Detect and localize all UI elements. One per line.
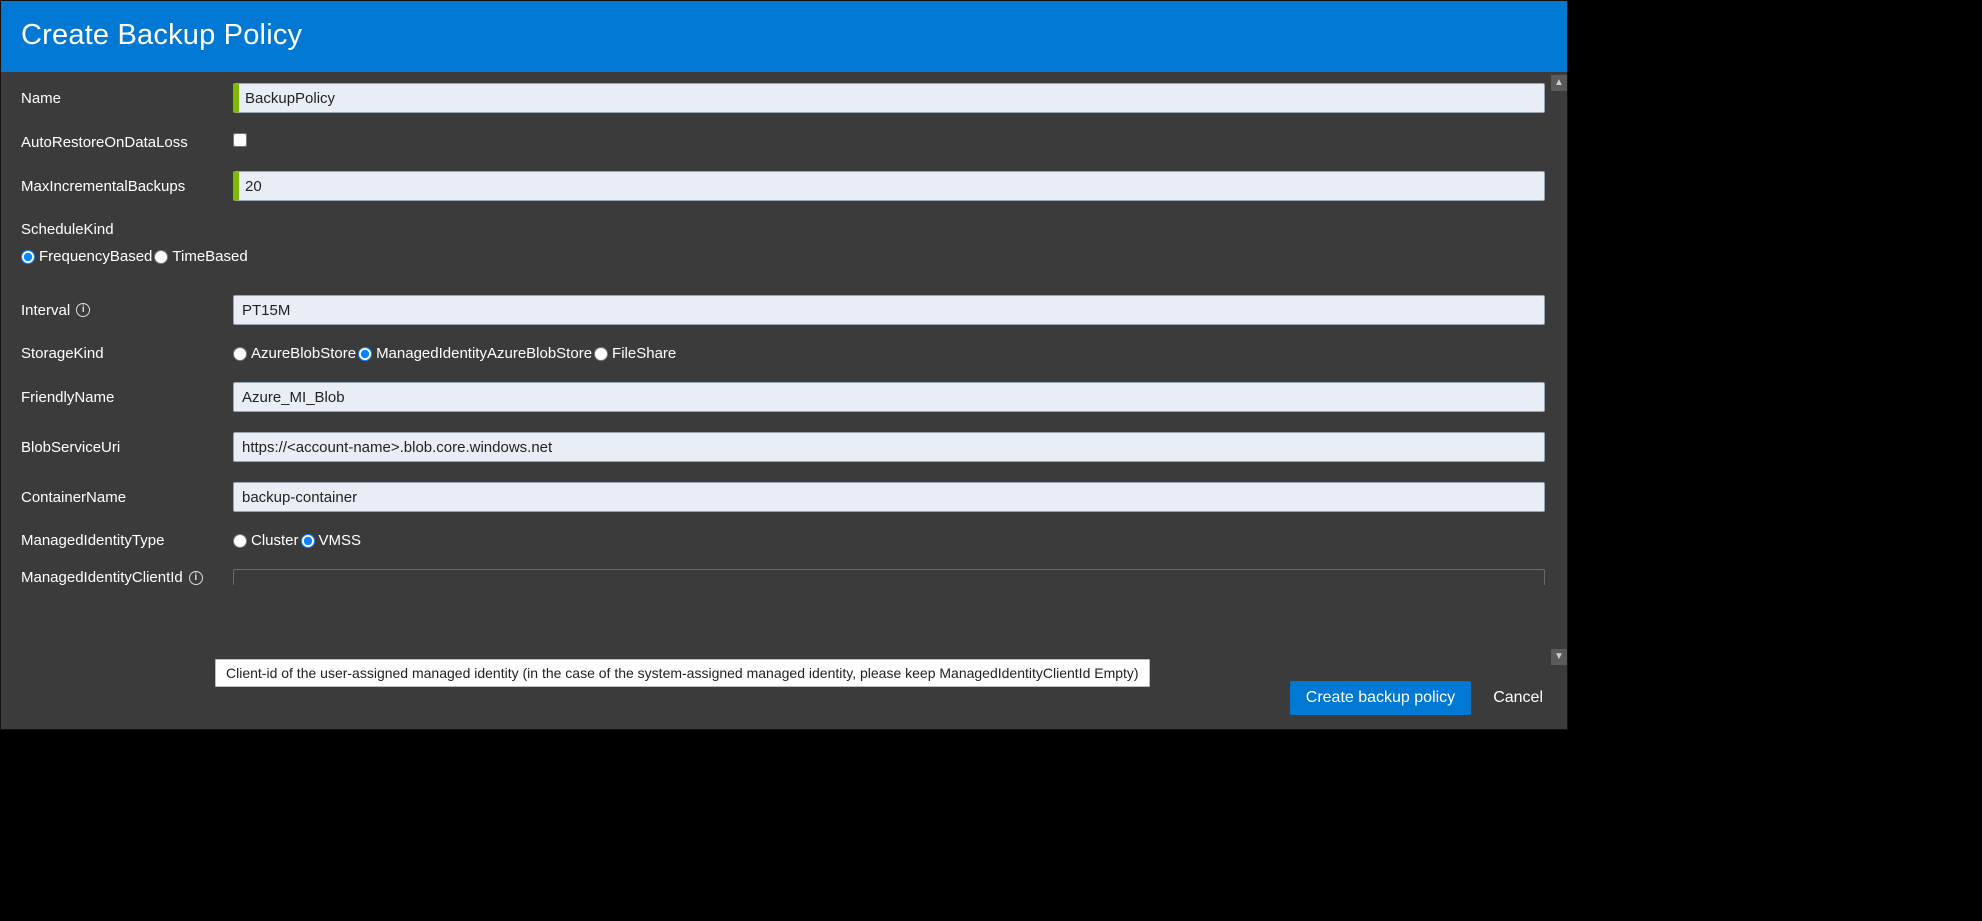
radio-fileshare-input[interactable] (594, 347, 608, 361)
maxincremental-input[interactable] (233, 171, 1545, 201)
interval-input[interactable] (233, 295, 1545, 325)
cancel-button[interactable]: Cancel (1489, 681, 1547, 715)
radio-miblobstore-input[interactable] (358, 347, 372, 361)
label-blobserviceuri: BlobServiceUri (21, 439, 233, 456)
label-autorestore: AutoRestoreOnDataLoss (21, 134, 233, 151)
radio-fileshare[interactable]: FileShare (594, 345, 676, 362)
radio-miblobstore-label: ManagedIdentityAzureBlobStore (376, 345, 592, 362)
row-blobserviceuri: BlobServiceUri (21, 432, 1545, 462)
radio-azureblobstore-input[interactable] (233, 347, 247, 361)
radio-frequencybased[interactable]: FrequencyBased (21, 248, 152, 265)
radio-timebased[interactable]: TimeBased (154, 248, 247, 265)
autorestore-checkbox[interactable] (233, 133, 247, 147)
schedulekind-radio-group: FrequencyBased TimeBased (21, 248, 248, 265)
label-interval-text: Interval (21, 302, 70, 319)
label-containername: ContainerName (21, 489, 233, 506)
managedidentityclientid-input[interactable] (233, 569, 1545, 585)
row-friendlyname: FriendlyName (21, 382, 1545, 412)
row-schedulekind-radios: FrequencyBased TimeBased (21, 248, 1545, 265)
row-maxincremental: MaxIncrementalBackups (21, 171, 1545, 201)
scrollbar[interactable]: ▲ ▼ (1551, 75, 1567, 665)
create-backup-policy-dialog: Create Backup Policy Name AutoRestoreOnD… (0, 0, 1568, 730)
create-backup-policy-button[interactable]: Create backup policy (1290, 681, 1471, 715)
radio-vmss[interactable]: VMSS (301, 532, 362, 549)
dialog-title: Create Backup Policy (21, 19, 1547, 52)
row-managedidentityclientid: ManagedIdentityClientId i (21, 569, 1545, 586)
label-managedidentityclientid-text: ManagedIdentityClientId (21, 569, 183, 586)
blobserviceuri-input[interactable] (233, 432, 1545, 462)
radio-frequencybased-input[interactable] (21, 250, 35, 264)
radio-miblobstore[interactable]: ManagedIdentityAzureBlobStore (358, 345, 592, 362)
friendlyname-input[interactable] (233, 382, 1545, 412)
name-input[interactable] (233, 83, 1545, 113)
row-autorestore: AutoRestoreOnDataLoss (21, 133, 1545, 151)
scroll-down-arrow-icon[interactable]: ▼ (1551, 649, 1567, 665)
label-friendlyname: FriendlyName (21, 389, 233, 406)
row-storagekind: StorageKind AzureBlobStore ManagedIdenti… (21, 345, 1545, 362)
scroll-up-arrow-icon[interactable]: ▲ (1551, 75, 1567, 91)
radio-cluster-label: Cluster (251, 532, 299, 549)
label-managedidentitytype: ManagedIdentityType (21, 532, 233, 549)
radio-timebased-input[interactable] (154, 250, 168, 264)
dialog-titlebar: Create Backup Policy (1, 1, 1567, 72)
row-interval: Interval i (21, 295, 1545, 325)
radio-vmss-label: VMSS (319, 532, 362, 549)
row-managedidentitytype: ManagedIdentityType Cluster VMSS (21, 532, 1545, 549)
label-name: Name (21, 90, 233, 107)
row-containername: ContainerName (21, 482, 1545, 512)
dialog-body: Name AutoRestoreOnDataLoss MaxIncrementa… (1, 75, 1551, 665)
radio-azureblobstore[interactable]: AzureBlobStore (233, 345, 356, 362)
row-name: Name (21, 83, 1545, 113)
info-icon[interactable]: i (76, 303, 90, 317)
info-icon[interactable]: i (189, 571, 203, 585)
storagekind-radio-group: AzureBlobStore ManagedIdentityAzureBlobS… (233, 345, 1545, 362)
label-storagekind: StorageKind (21, 345, 233, 362)
tooltip-managedidentityclientid: Client-id of the user-assigned managed i… (215, 659, 1150, 687)
radio-vmss-input[interactable] (301, 534, 315, 548)
radio-cluster[interactable]: Cluster (233, 532, 299, 549)
radio-timebased-label: TimeBased (172, 248, 247, 265)
radio-cluster-input[interactable] (233, 534, 247, 548)
managedidentitytype-radio-group: Cluster VMSS (233, 532, 1545, 549)
radio-fileshare-label: FileShare (612, 345, 676, 362)
label-maxincremental: MaxIncrementalBackups (21, 178, 233, 195)
containername-input[interactable] (233, 482, 1545, 512)
label-schedulekind: ScheduleKind (21, 221, 1545, 238)
radio-azureblobstore-label: AzureBlobStore (251, 345, 356, 362)
radio-frequencybased-label: FrequencyBased (39, 248, 152, 265)
label-managedidentityclientid: ManagedIdentityClientId i (21, 569, 233, 586)
label-interval: Interval i (21, 302, 233, 319)
